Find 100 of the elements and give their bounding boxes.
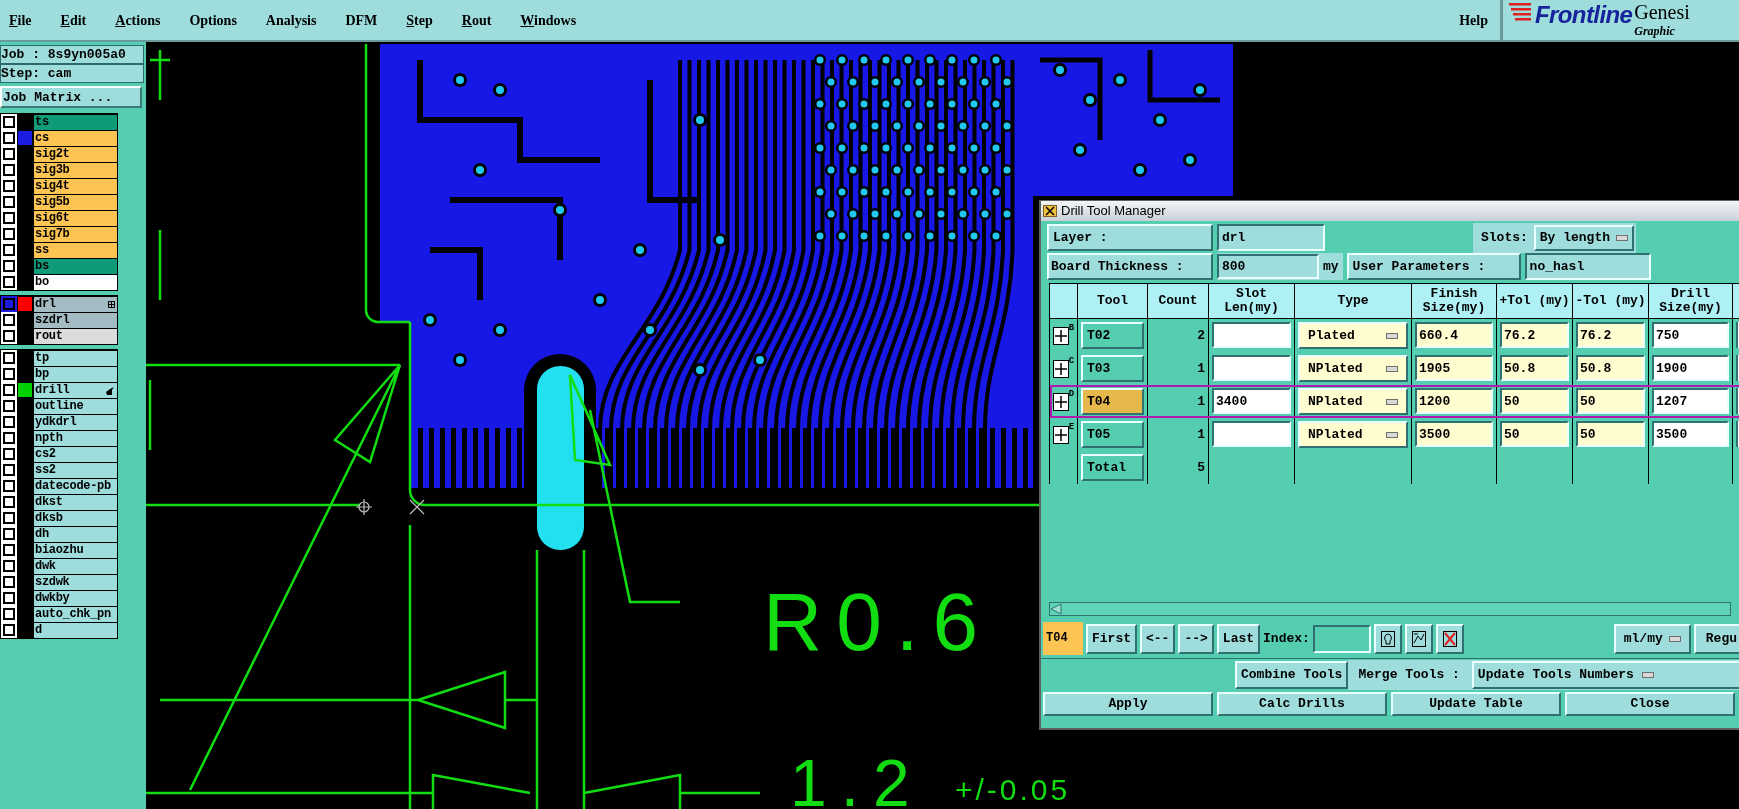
minus-tolerance-field[interactable]: 50 xyxy=(1576,388,1645,414)
plus-tolerance-field[interactable]: 50.8 xyxy=(1500,355,1569,381)
menu-item[interactable]: File xyxy=(8,7,33,33)
table-row[interactable]: C T03 1 NPlated 1905 50.8 50.8 1900 xyxy=(1050,352,1739,385)
layer-name[interactable]: bs xyxy=(34,258,117,274)
layer-checkbox[interactable] xyxy=(3,416,15,428)
layer-name[interactable]: bo xyxy=(34,274,117,290)
plus-tolerance-field[interactable]: 50 xyxy=(1500,388,1569,414)
row-expand-icon[interactable] xyxy=(1052,359,1069,378)
layer-name[interactable]: dwk xyxy=(34,558,117,574)
layer-name[interactable]: sig2t xyxy=(34,146,117,162)
type-dropdown[interactable]: NPlated xyxy=(1298,388,1408,415)
slot-length-field[interactable] xyxy=(1212,322,1291,348)
finish-size-field[interactable]: 660.4 xyxy=(1415,322,1493,348)
drill-size-field[interactable]: 1900 xyxy=(1652,355,1729,381)
picture-button[interactable] xyxy=(1404,623,1433,654)
layer-name[interactable]: cs2 xyxy=(34,446,117,462)
layer-checkbox[interactable] xyxy=(3,592,15,604)
layer-checkbox[interactable] xyxy=(3,116,15,128)
layer-name[interactable]: dksb xyxy=(34,510,117,526)
minus-tolerance-field[interactable]: 50.8 xyxy=(1576,355,1645,381)
layer-name[interactable]: bp xyxy=(34,366,117,382)
dialog-button[interactable]: Apply xyxy=(1043,692,1213,716)
layer-checkbox[interactable] xyxy=(3,244,15,256)
layer-checkbox[interactable] xyxy=(3,432,15,444)
menu-item[interactable]: DFM xyxy=(344,7,379,33)
thickness-field[interactable]: 800 xyxy=(1217,254,1319,279)
type-dropdown[interactable]: NPlated xyxy=(1298,421,1408,448)
job-matrix-button[interactable]: Job Matrix ... xyxy=(0,86,142,108)
slot-length-field[interactable] xyxy=(1212,421,1291,447)
layer-name[interactable]: sig5b xyxy=(34,194,117,210)
table-row[interactable]: E T05 1 NPlated 3500 50 50 3500 xyxy=(1050,418,1739,451)
row-expand-icon[interactable] xyxy=(1052,392,1069,411)
layer-checkbox[interactable] xyxy=(3,368,15,380)
layer-checkbox[interactable] xyxy=(3,608,15,620)
layer-name[interactable]: sig3b xyxy=(34,162,117,178)
layer-checkbox[interactable] xyxy=(3,212,15,224)
menu-item[interactable]: Analysis xyxy=(264,7,318,33)
delete-button[interactable] xyxy=(1435,623,1464,654)
layer-checkbox[interactable] xyxy=(3,624,15,636)
layer-checkbox[interactable] xyxy=(3,164,15,176)
nav-button[interactable]: First xyxy=(1086,623,1137,654)
layer-name[interactable]: dh xyxy=(34,526,117,542)
layer-checkbox[interactable] xyxy=(3,576,15,588)
layer-name[interactable]: biaozhu xyxy=(34,542,117,558)
slot-length-field[interactable] xyxy=(1212,355,1291,381)
layer-name[interactable]: dwkby xyxy=(34,590,117,606)
layer-name[interactable]: tp xyxy=(34,350,117,366)
layer-name[interactable]: sig6t xyxy=(34,210,117,226)
type-dropdown[interactable]: Plated xyxy=(1298,322,1408,349)
layer-name[interactable]: sig4t xyxy=(34,178,117,194)
menu-item[interactable]: Rout xyxy=(460,7,493,33)
minus-tolerance-field[interactable]: 76.2 xyxy=(1576,322,1645,348)
menu-item[interactable]: Options xyxy=(188,7,238,33)
layer-checkbox[interactable] xyxy=(3,448,15,460)
layer-checkbox[interactable] xyxy=(3,512,15,524)
layer-name[interactable]: npth xyxy=(34,430,117,446)
nav-button[interactable]: <-- xyxy=(1140,623,1176,654)
layer-name[interactable]: ss xyxy=(34,242,117,258)
user-parameters-button[interactable]: User Parameters : xyxy=(1346,253,1521,280)
finish-size-field[interactable]: 3500 xyxy=(1415,421,1493,447)
layer-name[interactable]: dkst xyxy=(34,494,117,510)
slots-dropdown[interactable]: By length xyxy=(1533,224,1635,251)
layer-name[interactable]: szdrl xyxy=(34,312,117,328)
layer-checkbox[interactable] xyxy=(3,298,15,310)
layer-checkbox[interactable] xyxy=(3,314,15,326)
layer-name[interactable]: drl xyxy=(34,296,117,312)
slot-length-field[interactable]: 3400 xyxy=(1212,388,1291,414)
layer-checkbox[interactable] xyxy=(3,560,15,572)
layer-name[interactable]: ss2 xyxy=(34,462,117,478)
finish-size-field[interactable]: 1905 xyxy=(1415,355,1493,381)
layer-name[interactable]: sig7b xyxy=(34,226,117,242)
merge-tools-dropdown[interactable]: Update Tools Numbers xyxy=(1471,660,1739,689)
layer-name[interactable]: cs xyxy=(34,130,117,146)
row-expand-icon[interactable] xyxy=(1052,425,1069,444)
layer-name[interactable]: datecode-pb xyxy=(34,478,117,494)
layer-checkbox[interactable] xyxy=(3,496,15,508)
layer-field[interactable]: drl xyxy=(1217,224,1325,251)
layer-checkbox[interactable] xyxy=(3,180,15,192)
layer-name[interactable]: rout xyxy=(34,328,117,344)
drill-size-field[interactable]: 3500 xyxy=(1652,421,1729,447)
layer-checkbox[interactable] xyxy=(3,196,15,208)
bulb-button[interactable] xyxy=(1373,623,1402,654)
nav-button[interactable]: Last xyxy=(1216,623,1261,654)
plus-tolerance-field[interactable]: 76.2 xyxy=(1500,322,1569,348)
layer-checkbox[interactable] xyxy=(3,148,15,160)
tool-button[interactable]: T02 xyxy=(1081,322,1144,349)
plus-tolerance-field[interactable]: 50 xyxy=(1500,421,1569,447)
help-menu[interactable]: Help xyxy=(1459,9,1488,31)
layer-checkbox[interactable] xyxy=(3,400,15,412)
layer-checkbox[interactable] xyxy=(3,464,15,476)
user-parameters-field[interactable]: no_hasl xyxy=(1524,253,1651,280)
row-expand-icon[interactable] xyxy=(1052,326,1069,345)
type-dropdown[interactable]: NPlated xyxy=(1298,355,1408,382)
layer-checkbox[interactable] xyxy=(3,352,15,364)
nav-button[interactable]: --> xyxy=(1178,623,1214,654)
layer-checkbox[interactable] xyxy=(3,480,15,492)
layer-name[interactable]: ydkdrl xyxy=(34,414,117,430)
layer-checkbox[interactable] xyxy=(3,228,15,240)
menu-item[interactable]: Step xyxy=(405,7,434,33)
